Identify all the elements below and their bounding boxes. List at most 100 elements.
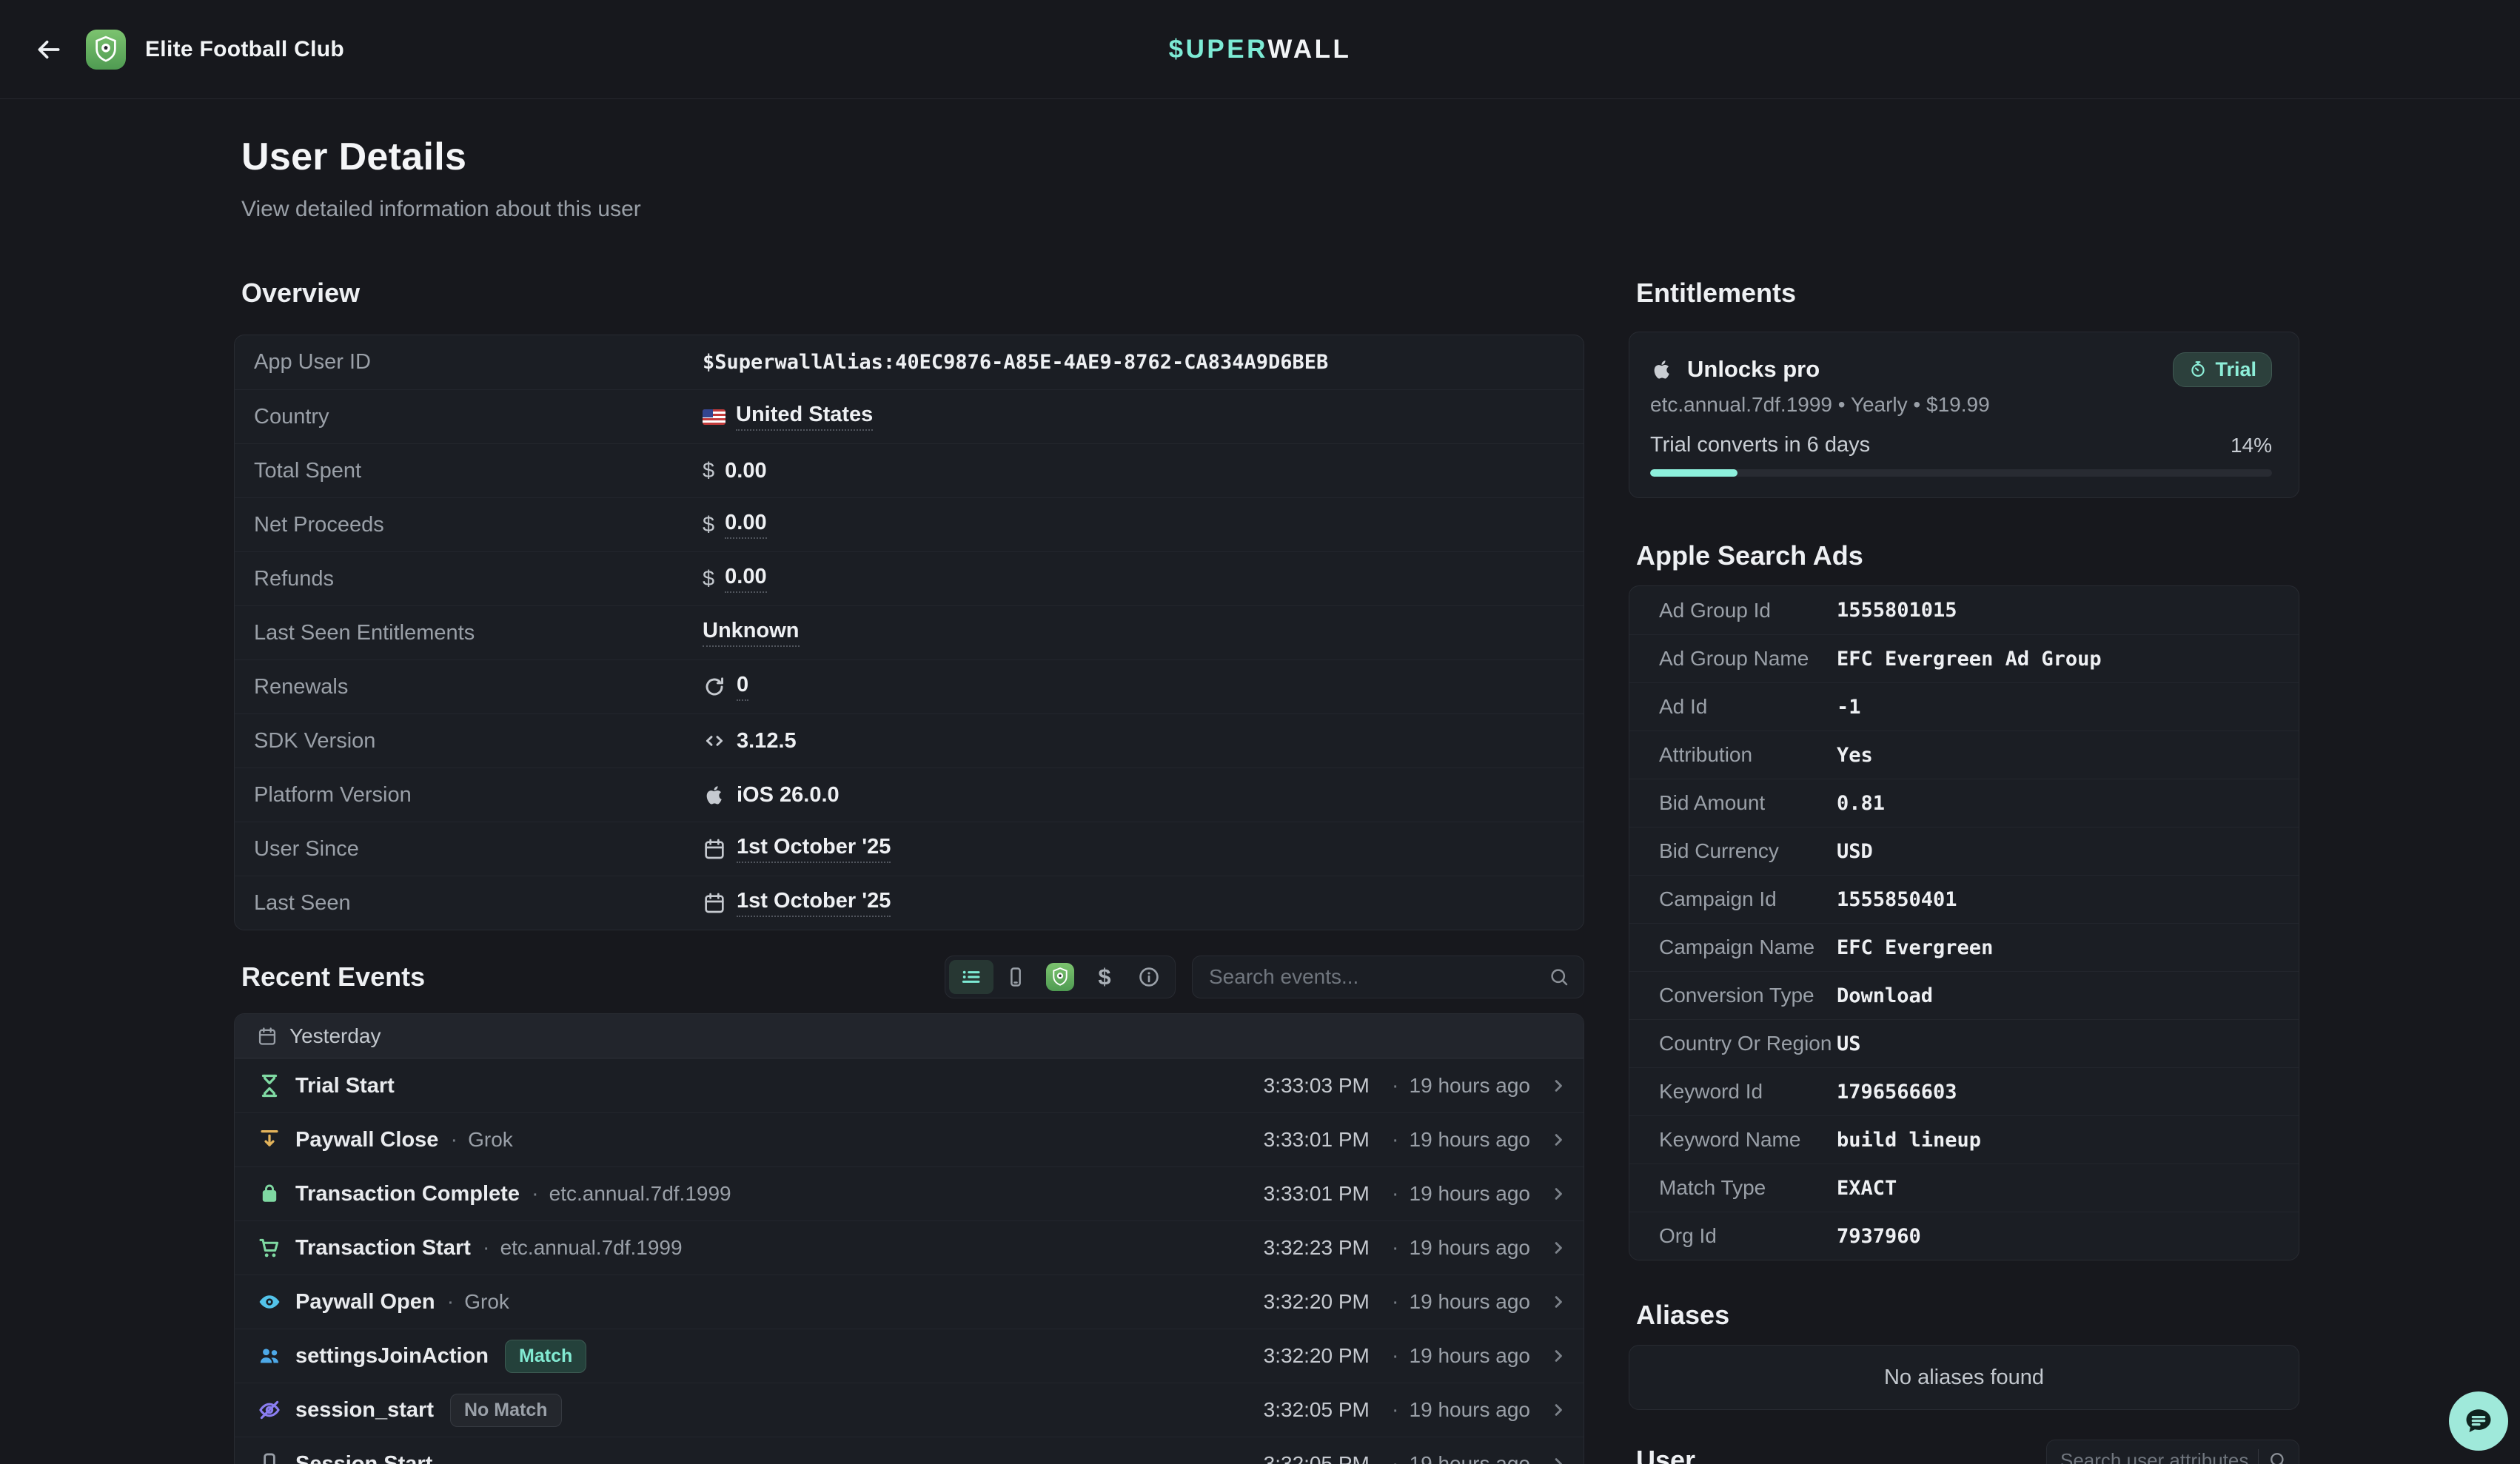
event-row[interactable]: settingsJoinAction Match 3:32:20 PM·19 h… bbox=[235, 1329, 1584, 1383]
apple-search-ads-heading: Apple Search Ads bbox=[1636, 540, 2299, 572]
chevron-right-icon bbox=[1548, 1346, 1569, 1366]
row-value: Download bbox=[1837, 984, 1933, 1007]
row-value: 0.00 bbox=[725, 459, 766, 483]
chevron-right-icon bbox=[1548, 1238, 1569, 1258]
superwall-logo: $UPERWALL bbox=[1169, 35, 1352, 64]
table-row: Refunds $ 0.00 bbox=[235, 551, 1584, 605]
users-icon bbox=[257, 1343, 282, 1369]
row-value[interactable]: Unknown bbox=[703, 619, 800, 647]
event-name: session_start bbox=[295, 1398, 434, 1423]
events-search-input[interactable] bbox=[1209, 965, 1548, 989]
apple-icon bbox=[1650, 357, 1674, 381]
us-flag-icon bbox=[703, 409, 725, 425]
event-row[interactable]: Trial Start 3:33:03 PM·19 hours ago bbox=[235, 1058, 1584, 1112]
title-block: User Details View detailed information a… bbox=[241, 135, 641, 222]
event-row[interactable]: Paywall Open ·Grok 3:32:20 PM·19 hours a… bbox=[235, 1275, 1584, 1329]
event-subtitle: Grok bbox=[464, 1290, 509, 1314]
row-label: Country bbox=[235, 405, 703, 429]
table-row: SDK Version 3.12.5 bbox=[235, 713, 1584, 768]
event-subtitle: etc.annual.7df.1999 bbox=[549, 1182, 731, 1206]
filter-app-events-button[interactable] bbox=[1038, 960, 1082, 994]
row-value: 1555850401 bbox=[1837, 888, 1957, 911]
chevron-right-icon bbox=[1548, 1400, 1569, 1420]
row-value: US bbox=[1837, 1032, 1861, 1055]
row-value: iOS 26.0.0 bbox=[737, 783, 840, 807]
country-value: United States bbox=[703, 403, 873, 431]
filter-all-events-button[interactable] bbox=[949, 960, 993, 994]
renewals-value: 0 bbox=[703, 673, 748, 701]
table-row: Match TypeEXACT bbox=[1629, 1164, 2299, 1212]
tray-arrow-down-icon bbox=[257, 1127, 282, 1152]
apple-search-ads-table: Ad Group Id1555801015 Ad Group Name EFC E… bbox=[1629, 585, 2299, 1260]
row-label: App User ID bbox=[235, 350, 703, 375]
row-value[interactable]: 1st October '25 bbox=[737, 889, 891, 917]
row-value[interactable]: 0.00 bbox=[725, 511, 766, 539]
row-value[interactable]: 0.00 bbox=[725, 565, 766, 593]
event-name: Trial Start bbox=[295, 1074, 395, 1098]
events-search bbox=[1192, 956, 1584, 998]
overview-heading: Overview bbox=[241, 277, 1584, 309]
user-since-value: 1st October '25 bbox=[703, 835, 891, 863]
chevron-right-icon bbox=[1548, 1075, 1569, 1096]
event-time: 3:32:23 PM bbox=[1264, 1236, 1370, 1260]
table-row: Renewals 0 bbox=[235, 659, 1584, 713]
filter-revenue-events-button[interactable]: $ bbox=[1082, 960, 1127, 994]
sdk-version-value: 3.12.5 bbox=[703, 729, 797, 753]
event-row[interactable]: Session Start 3:32:05 PM·19 hours ago bbox=[235, 1437, 1584, 1464]
platform-version-value: iOS 26.0.0 bbox=[703, 783, 840, 807]
last-seen-entitlements-value: Unknown bbox=[703, 619, 800, 647]
chevron-right-icon bbox=[1548, 1454, 1569, 1464]
divider bbox=[2258, 1449, 2259, 1464]
row-label: Campaign Id bbox=[1629, 887, 1837, 911]
match-badge: Match bbox=[505, 1340, 586, 1373]
calendar-icon bbox=[703, 837, 726, 861]
events-filter-toolbar: $ bbox=[945, 956, 1176, 998]
row-label: Org Id bbox=[1629, 1224, 1837, 1248]
row-value[interactable]: 1st October '25 bbox=[737, 835, 891, 863]
row-value: EFC Evergreen bbox=[1837, 936, 1993, 959]
trial-badge-label: Trial bbox=[2215, 358, 2256, 381]
overview-table: App User ID $SuperwallAlias:40EC9876-A85… bbox=[234, 335, 1584, 930]
user-attributes-search bbox=[2046, 1440, 2299, 1464]
event-row[interactable]: session_start No Match 3:32:05 PM·19 hou… bbox=[235, 1383, 1584, 1437]
last-seen-value: 1st October '25 bbox=[703, 889, 891, 917]
filter-info-events-button[interactable] bbox=[1127, 960, 1171, 994]
table-row: Last Seen 1st October '25 bbox=[235, 876, 1584, 930]
trial-converts-label: Trial converts in 6 days bbox=[1650, 433, 1870, 457]
table-row: Net Proceeds $ 0.00 bbox=[235, 497, 1584, 551]
code-icon bbox=[703, 729, 726, 753]
support-chat-button[interactable] bbox=[2449, 1391, 2508, 1451]
filter-device-events-button[interactable] bbox=[993, 960, 1038, 994]
row-label: Conversion Type bbox=[1629, 984, 1837, 1007]
row-label: Ad Group Name bbox=[1629, 647, 1837, 671]
table-row: Conversion TypeDownload bbox=[1629, 971, 2299, 1019]
back-button[interactable] bbox=[31, 32, 67, 67]
event-time: 3:32:05 PM bbox=[1264, 1398, 1370, 1422]
table-row: Country United States bbox=[235, 389, 1584, 443]
entitlement-card: Unlocks pro Trial etc.annual.7df.1999 • … bbox=[1629, 332, 2299, 498]
trial-progress-fill bbox=[1650, 469, 1737, 477]
recent-events-header: Recent Events bbox=[234, 956, 1584, 998]
aliases-card: No aliases found bbox=[1629, 1345, 2299, 1410]
calendar-icon bbox=[257, 1026, 278, 1047]
trial-progress-row: Trial converts in 6 days 14% bbox=[1650, 433, 2272, 457]
table-row: Org Id7937960 bbox=[1629, 1212, 2299, 1260]
event-row[interactable]: Transaction Complete ·etc.annual.7df.199… bbox=[235, 1166, 1584, 1220]
search-icon bbox=[2268, 1450, 2288, 1464]
table-row: Ad Group Id1555801015 bbox=[1629, 586, 2299, 634]
chevron-right-icon bbox=[1548, 1129, 1569, 1150]
row-value[interactable]: 0 bbox=[737, 673, 748, 701]
chevron-right-icon bbox=[1548, 1292, 1569, 1312]
row-value[interactable]: United States bbox=[736, 403, 873, 431]
event-name: Paywall Close bbox=[295, 1128, 438, 1152]
event-row[interactable]: Paywall Close ·Grok 3:33:01 PM·19 hours … bbox=[235, 1112, 1584, 1166]
row-label: Attribution bbox=[1629, 743, 1837, 767]
event-name: Paywall Open bbox=[295, 1290, 435, 1314]
dollar-icon: $ bbox=[1098, 964, 1110, 990]
event-relative-time: 19 hours ago bbox=[1410, 1452, 1530, 1464]
event-row[interactable]: Transaction Start ·etc.annual.7df.1999 3… bbox=[235, 1220, 1584, 1275]
user-attributes-search-input[interactable] bbox=[2060, 1449, 2253, 1464]
row-value: 1796566603 bbox=[1837, 1081, 1957, 1104]
row-label: SDK Version bbox=[235, 729, 703, 753]
row-label: Ad Id bbox=[1629, 695, 1837, 719]
